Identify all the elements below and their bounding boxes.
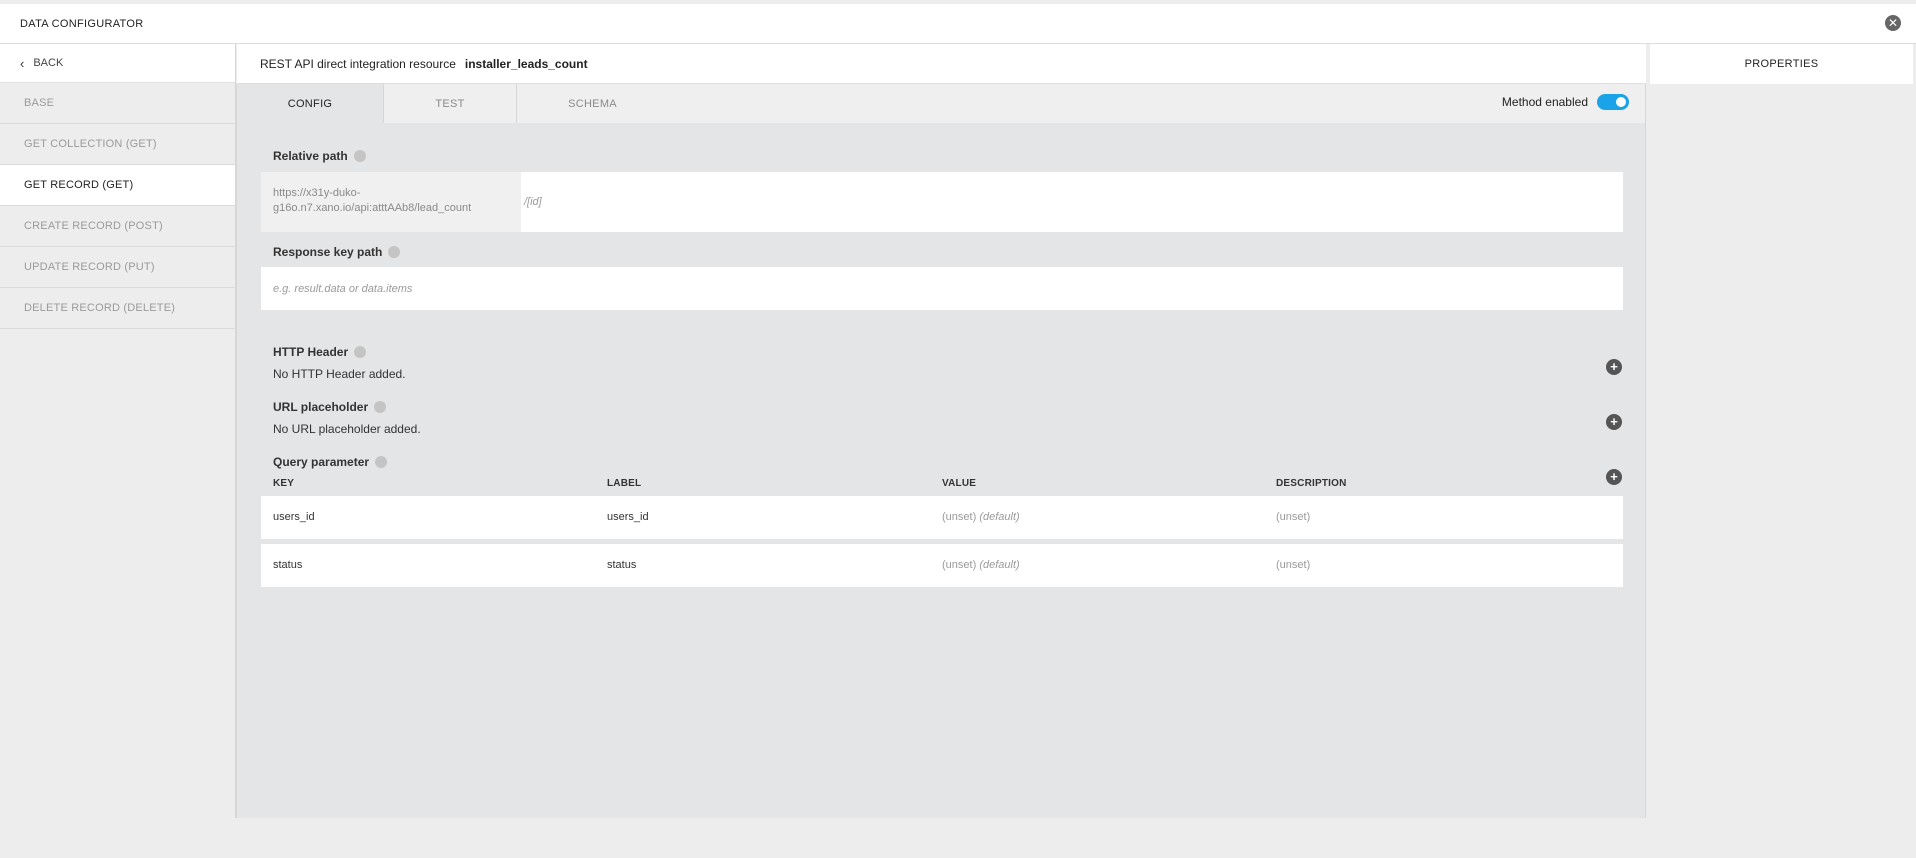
chevron-left-icon: ‹ — [20, 55, 25, 71]
config-panel: CONFIG TEST SCHEMA Method enabled Relati… — [236, 84, 1646, 818]
method-enabled-toggle[interactable] — [1597, 94, 1629, 110]
param-description: (unset) — [1276, 559, 1311, 571]
url-placeholder-heading: URL placeholder — [273, 400, 387, 414]
info-icon[interactable] — [354, 346, 367, 358]
method-enabled-control: Method enabled — [1502, 94, 1629, 110]
add-query-parameter-button[interactable]: + — [1606, 469, 1622, 485]
properties-label: PROPERTIES — [1744, 58, 1819, 70]
tab-label: SCHEMA — [568, 97, 617, 110]
param-label: status — [607, 559, 637, 571]
sidebar-item-create-record[interactable]: CREATE RECORD (POST) — [0, 206, 235, 247]
tab-label: TEST — [435, 97, 465, 110]
response-key-path-label: Response key path — [273, 245, 383, 259]
param-value-text: (unset) — [942, 559, 977, 571]
param-value: (unset) (default) — [942, 559, 1020, 571]
add-http-header-button[interactable]: + — [1606, 359, 1622, 375]
info-icon[interactable] — [375, 456, 388, 468]
tab-test[interactable]: TEST — [384, 84, 517, 123]
param-value-note: (default) — [979, 511, 1020, 523]
relative-path-label: Relative path — [273, 149, 348, 163]
sidebar-item-label: GET COLLECTION (GET) — [24, 138, 157, 150]
sidebar-item-label: CREATE RECORD (POST) — [24, 220, 163, 232]
back-button[interactable]: ‹ BACK — [0, 44, 235, 83]
table-row[interactable]: status status (unset) (default) (unset) — [261, 544, 1623, 587]
http-header-label: HTTP Header — [273, 345, 349, 359]
sidebar-item-label: UPDATE RECORD (PUT) — [24, 261, 155, 273]
sidebar-item-label: GET RECORD (GET) — [24, 179, 134, 191]
top-bar: DATA CONFIGURATOR ✕ — [0, 4, 1916, 44]
param-key: users_id — [273, 511, 315, 523]
url-placeholder-label: URL placeholder — [273, 400, 369, 414]
sidebar-item-base[interactable]: BASE — [0, 83, 235, 124]
relative-path-field[interactable]: https://x31y-duko-g16o.n7.xano.io/api:at… — [261, 172, 1623, 232]
sidebar-item-get-record[interactable]: GET RECORD (GET) — [0, 165, 235, 206]
base-url: https://x31y-duko-g16o.n7.xano.io/api:at… — [261, 172, 521, 232]
response-key-path-input[interactable] — [261, 267, 1623, 310]
param-label: users_id — [607, 511, 649, 523]
toggle-knob — [1616, 97, 1626, 107]
back-label: BACK — [33, 57, 64, 69]
param-value: (unset) (default) — [942, 511, 1020, 523]
query-parameter-heading: Query parameter — [273, 455, 388, 469]
param-key: status — [273, 559, 303, 571]
tab-label: CONFIG — [287, 97, 333, 110]
sidebar-item-label: BASE — [24, 97, 55, 109]
response-key-path-heading: Response key path — [273, 245, 401, 259]
param-value-text: (unset) — [942, 511, 977, 523]
tab-schema[interactable]: SCHEMA — [517, 84, 668, 123]
column-header-key: KEY — [273, 478, 295, 489]
url-placeholder-empty: No URL placeholder added. — [273, 422, 421, 436]
relative-path-heading: Relative path — [273, 149, 366, 163]
info-icon[interactable] — [388, 246, 401, 258]
info-icon[interactable] — [353, 150, 366, 162]
info-icon[interactable] — [374, 401, 387, 413]
table-row[interactable]: users_id users_id (unset) (default) (uns… — [261, 496, 1623, 539]
add-url-placeholder-button[interactable]: + — [1606, 414, 1622, 430]
query-parameter-label: Query parameter — [273, 455, 370, 469]
sidebar: ‹ BACK BASE GET COLLECTION (GET) GET REC… — [0, 44, 236, 818]
column-header-label: LABEL — [607, 478, 642, 489]
tab-config[interactable]: CONFIG — [237, 84, 384, 123]
resource-header: REST API direct integration resource ins… — [237, 44, 1646, 84]
method-enabled-label: Method enabled — [1501, 95, 1588, 109]
path-suffix[interactable]: /[id] — [521, 172, 1623, 232]
http-header-empty: No HTTP Header added. — [273, 367, 406, 381]
column-header-description: DESCRIPTION — [1276, 478, 1347, 489]
column-header-value: VALUE — [942, 478, 977, 489]
properties-panel-title[interactable]: PROPERTIES — [1650, 44, 1913, 84]
close-icon[interactable]: ✕ — [1885, 15, 1901, 31]
tab-bar: CONFIG TEST SCHEMA — [237, 84, 1645, 123]
app-title: DATA CONFIGURATOR — [20, 17, 144, 30]
param-value-note: (default) — [979, 559, 1020, 571]
sidebar-item-update-record[interactable]: UPDATE RECORD (PUT) — [0, 247, 235, 288]
http-header-heading: HTTP Header — [273, 345, 367, 359]
resource-name: installer_leads_count — [464, 56, 588, 71]
sidebar-item-get-collection[interactable]: GET COLLECTION (GET) — [0, 124, 235, 165]
sidebar-item-delete-record[interactable]: DELETE RECORD (DELETE) — [0, 288, 235, 329]
param-description: (unset) — [1276, 511, 1311, 523]
resource-prefix: REST API direct integration resource — [260, 56, 456, 71]
sidebar-item-label: DELETE RECORD (DELETE) — [24, 302, 176, 314]
